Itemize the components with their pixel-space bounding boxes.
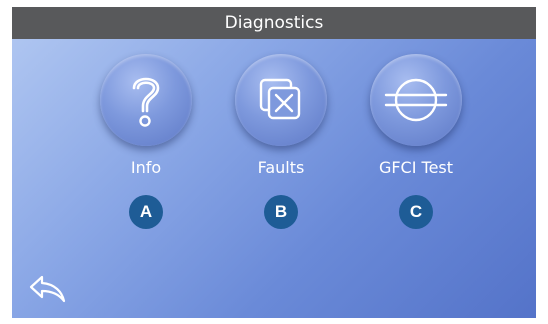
page-title: Diagnostics xyxy=(224,13,324,33)
gfci-test-label: GFCI Test xyxy=(378,158,454,177)
info-label: Info xyxy=(130,158,162,177)
faults-tile: Faults B xyxy=(221,54,341,229)
faults-icon xyxy=(259,78,301,120)
badge-a: A xyxy=(129,195,163,229)
gfci-test-button[interactable] xyxy=(370,54,462,146)
badge-c: C xyxy=(399,195,433,229)
question-icon xyxy=(132,77,160,127)
badge-b: B xyxy=(264,195,298,229)
back-arrow-icon xyxy=(29,275,66,303)
title-bar: Diagnostics xyxy=(12,7,536,39)
back-button[interactable] xyxy=(28,273,68,305)
info-tile: Info A xyxy=(86,54,206,229)
faults-label: Faults xyxy=(257,158,305,177)
faults-button[interactable] xyxy=(235,54,327,146)
gfci-test-tile: GFCI Test C xyxy=(356,54,476,229)
info-button[interactable] xyxy=(100,54,192,146)
diagnostics-screen: Diagnostics Info A Faults B GFCI Test C xyxy=(12,7,536,318)
gfci-icon xyxy=(384,78,448,122)
